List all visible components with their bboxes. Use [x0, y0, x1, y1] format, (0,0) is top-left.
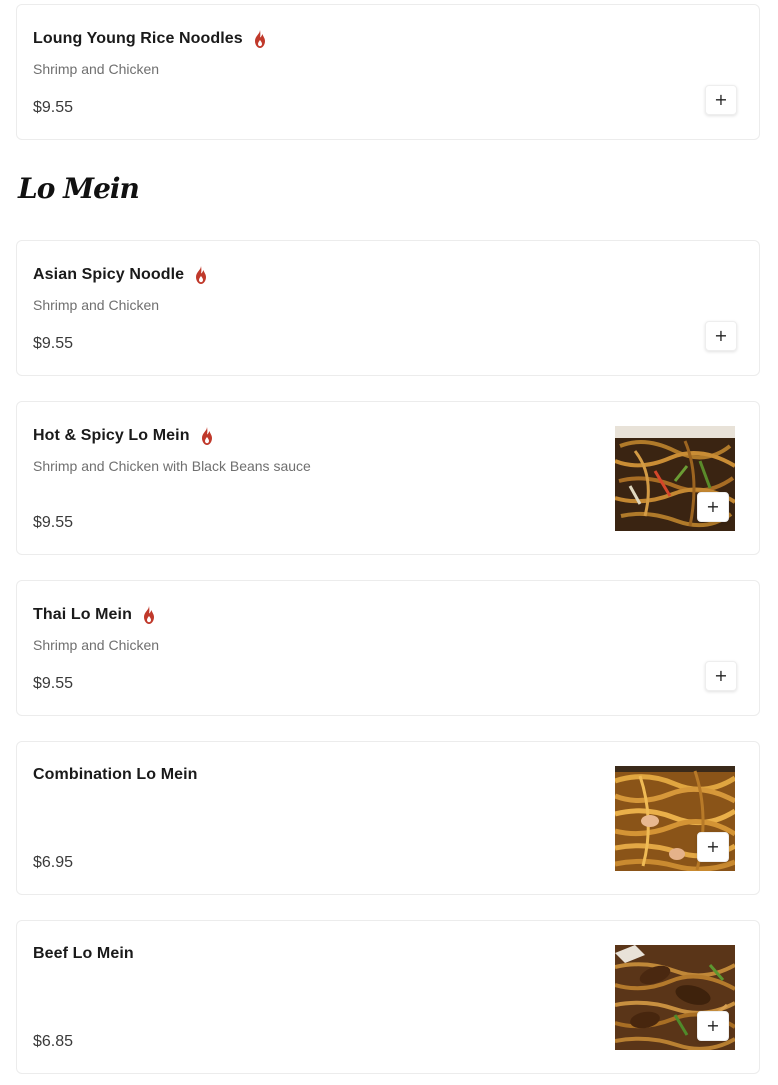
- menu-item-card[interactable]: Loung Young Rice Noodles Shrimp and Chic…: [16, 4, 760, 140]
- item-price: $6.95: [33, 854, 74, 871]
- plus-icon: +: [706, 837, 720, 856]
- add-to-cart-button[interactable]: +: [705, 661, 737, 691]
- item-name: Hot & Spicy Lo Mein: [33, 427, 190, 444]
- item-name-row: Combination Lo Mein: [33, 766, 198, 784]
- item-name: Combination Lo Mein: [33, 766, 198, 783]
- plus-icon: +: [714, 666, 728, 685]
- item-name: Thai Lo Mein: [33, 606, 132, 623]
- plus-icon: +: [714, 90, 728, 109]
- item-name: Beef Lo Mein: [33, 945, 134, 962]
- menu-item-card[interactable]: Beef Lo Mein $6.85 +: [16, 920, 760, 1074]
- fire-icon: [201, 427, 212, 445]
- item-description: Shrimp and Chicken: [33, 637, 160, 653]
- menu-item-card[interactable]: Asian Spicy Noodle Shrimp and Chicken $9…: [16, 240, 760, 376]
- plus-icon: +: [706, 1016, 720, 1035]
- menu-item-card[interactable]: Hot & Spicy Lo Mein Shrimp and Chicken w…: [16, 401, 760, 555]
- item-name-row: Beef Lo Mein: [33, 945, 134, 963]
- add-to-cart-button[interactable]: +: [697, 832, 729, 862]
- fire-icon: [254, 30, 265, 48]
- item-description: Shrimp and Chicken: [33, 297, 160, 313]
- item-description: Shrimp and Chicken with Black Beans sauc…: [33, 458, 311, 474]
- item-price: $9.55: [33, 514, 74, 531]
- menu-item-card[interactable]: Combination Lo Mein $6.95 +: [16, 741, 760, 895]
- item-price: $9.55: [33, 335, 74, 352]
- item-name: Asian Spicy Noodle: [33, 266, 185, 283]
- add-to-cart-button[interactable]: +: [697, 1011, 729, 1041]
- item-name-row: Hot & Spicy Lo Mein: [33, 426, 216, 446]
- item-price: $6.85: [33, 1033, 74, 1050]
- item-name-row: Loung Young Rice Noodles: [33, 29, 269, 49]
- fire-icon: [143, 606, 154, 624]
- item-name-row: Thai Lo Mein: [33, 605, 158, 625]
- plus-icon: +: [714, 326, 728, 345]
- item-name-row: Asian Spicy Noodle: [33, 265, 210, 285]
- fire-icon: [196, 266, 207, 284]
- item-price: $9.55: [33, 99, 74, 116]
- plus-icon: +: [706, 497, 720, 516]
- add-to-cart-button[interactable]: +: [697, 492, 729, 522]
- menu-item-card[interactable]: Thai Lo Mein Shrimp and Chicken $9.55 +: [16, 580, 760, 716]
- item-name: Loung Young Rice Noodles: [33, 30, 243, 47]
- item-price: $9.55: [33, 675, 74, 692]
- add-to-cart-button[interactable]: +: [705, 321, 737, 351]
- item-description: Shrimp and Chicken: [33, 61, 160, 77]
- add-to-cart-button[interactable]: +: [705, 85, 737, 115]
- section-title: Lo Mein: [18, 172, 140, 205]
